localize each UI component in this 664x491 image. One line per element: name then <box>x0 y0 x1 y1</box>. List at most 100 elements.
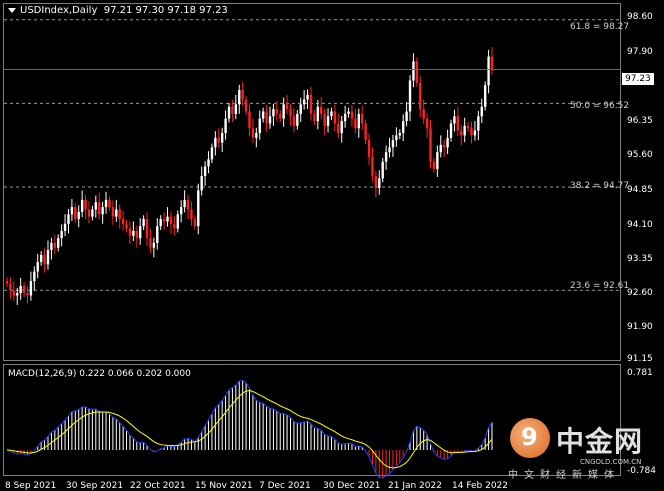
candle-body <box>299 104 302 114</box>
candle-body <box>275 109 279 114</box>
candle-body <box>121 219 125 224</box>
candle-body <box>203 166 207 177</box>
candle-body <box>70 207 74 215</box>
candle-body <box>207 159 210 167</box>
candle-body <box>152 242 156 248</box>
candle-body <box>190 209 193 220</box>
candle-body <box>234 104 238 114</box>
date-axis-label: 14 Feb 2022 <box>452 481 509 491</box>
candle-body <box>477 116 480 131</box>
candle-body <box>186 199 190 210</box>
current-price-tag: 97.23 <box>622 73 654 85</box>
candle-body <box>374 176 378 188</box>
candle-body <box>446 137 449 148</box>
candle-body <box>282 104 285 119</box>
candle-body <box>255 133 258 138</box>
candle-body <box>419 82 422 110</box>
candle-body <box>173 223 176 229</box>
price-axis-label: 91.90 <box>627 322 653 332</box>
candle-body <box>483 85 487 107</box>
candle-body <box>371 156 374 177</box>
cngold-watermark: 9 中金网 CNGOLD.COM.CN 中文财经新媒体 <box>508 412 658 482</box>
candle-body <box>111 207 115 217</box>
candle-body <box>354 118 357 129</box>
candle-body <box>16 293 19 296</box>
date-axis-label: 22 Oct 2021 <box>130 481 186 491</box>
fib-label-23: 23.6 = 92.61 <box>570 281 630 291</box>
candle-body <box>132 230 135 236</box>
candle-body <box>357 113 360 129</box>
candle-body <box>244 99 248 112</box>
candle-body <box>302 99 306 105</box>
candle-body <box>285 104 289 110</box>
ohlc-values: 97.21 97.30 97.18 97.23 <box>103 5 228 16</box>
candle-body <box>183 199 186 208</box>
candle-body <box>323 113 326 126</box>
candle-body <box>395 135 398 141</box>
candle-body <box>77 211 80 220</box>
date-axis-label: 8 Sep 2021 <box>5 481 57 491</box>
candle-body <box>268 116 272 124</box>
fib-label-61: 61.8 = 98.27 <box>570 22 630 32</box>
candle-body <box>125 223 128 229</box>
candle-body <box>398 133 401 136</box>
candle-body <box>391 140 395 148</box>
candle-body <box>248 111 251 129</box>
candle-body <box>94 202 98 210</box>
candle-body <box>442 144 446 148</box>
candle-body <box>108 199 111 208</box>
candle-body <box>261 111 265 119</box>
candle-body <box>405 111 408 122</box>
candle-body <box>238 90 241 105</box>
candle-body <box>29 281 33 296</box>
candle-body <box>378 178 381 188</box>
candle-body <box>135 230 138 239</box>
candle-body <box>210 147 214 160</box>
candle-body <box>115 209 118 217</box>
candle-body <box>224 118 227 134</box>
price-axis-label: 93.35 <box>627 254 653 264</box>
candle-body <box>313 113 316 122</box>
watermark-tagline: 中文财经新媒体 <box>508 470 620 481</box>
candle-body <box>466 125 470 129</box>
candle-body <box>46 250 50 265</box>
candle-body <box>296 113 299 126</box>
candle-body <box>53 242 57 248</box>
candle-body <box>343 113 347 122</box>
candle-body <box>361 113 364 124</box>
candle-body <box>340 121 343 134</box>
candle-body <box>320 106 323 114</box>
candle-body <box>388 147 391 153</box>
candle-body <box>231 106 234 114</box>
candle-body <box>333 111 337 124</box>
candle-body <box>316 106 320 122</box>
candle-body <box>26 293 29 296</box>
candle-body <box>98 202 101 215</box>
dropdown-arrow-icon[interactable] <box>8 7 16 13</box>
candle-body <box>289 109 292 117</box>
candle-body <box>326 116 330 126</box>
macd-title: MACD(12,26,9) 0.222 0.066 0.202 0.000 <box>8 369 191 379</box>
candle-body <box>309 94 313 114</box>
chart-title: USDIndex,Daily 97.21 97.30 97.18 97.23 <box>8 5 228 16</box>
candle-body <box>436 152 439 169</box>
candle-body <box>272 109 275 117</box>
candle-body <box>101 207 104 215</box>
candle-body <box>439 144 442 153</box>
candle-body <box>36 262 39 272</box>
candle-body <box>118 209 121 220</box>
candle-body <box>39 254 43 263</box>
candle-body <box>80 199 84 212</box>
candle-body <box>9 283 12 291</box>
price-axis-label: 92.60 <box>627 288 653 298</box>
candle-body <box>12 290 16 296</box>
candle-body <box>279 113 282 119</box>
macd-axis-top: 0.781 <box>627 368 653 378</box>
candle-body <box>139 226 142 239</box>
candle-body <box>337 123 340 134</box>
candle-body <box>63 223 67 231</box>
candle-body <box>251 128 255 138</box>
candle-body <box>176 214 179 229</box>
candle-body <box>292 116 296 126</box>
candle-body <box>460 130 463 136</box>
